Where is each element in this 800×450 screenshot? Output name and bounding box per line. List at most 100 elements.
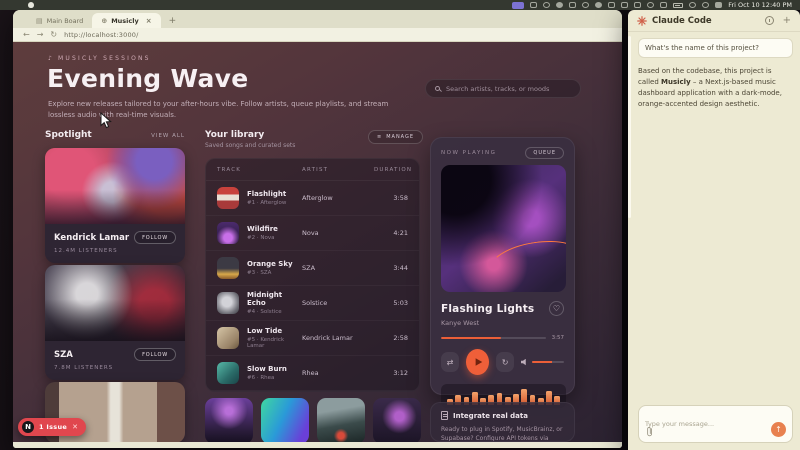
forward-icon[interactable]: → [37,31,44,39]
track-duration: 3:58 [374,194,408,202]
track-artist: Afterglow [302,194,374,202]
follow-button[interactable]: FOLLOW [134,231,176,244]
view-all-link[interactable]: VIEW ALL [151,133,185,139]
track-title: Low Tide [247,327,302,335]
table-row[interactable]: Wildfire #2 · Nova Nova 4:21 [206,216,419,251]
track-title: Wildfire [247,225,278,233]
table-row[interactable]: Slow Burn #6 · Rhea Rhea 3:12 [206,356,419,391]
table-row[interactable]: Orange Sky #3 · SZA SZA 3:44 [206,251,419,286]
color-picker-icon[interactable] [595,2,602,8]
track-duration: 5:03 [374,299,408,307]
library-heading: Your library [205,130,355,140]
artist-listeners: 12.4M LISTENERS [45,246,185,263]
track-title: Slow Burn [247,365,287,373]
heart-icon: ♡ [553,304,560,313]
tab-musicly[interactable]: ⊕ Musicly × [92,13,160,28]
track-artist: Rhea [302,369,374,377]
album-art [441,165,566,292]
menu-bar-clock[interactable]: Fri Oct 10 12:40 PM [728,1,792,9]
now-playing-artist: Kanye West [431,316,574,327]
table-row[interactable]: Low Tide #5 · Kendrick Lamar Kendrick La… [206,321,419,356]
address-bar[interactable]: http://localhost:3000/ [64,31,138,39]
like-button[interactable]: ♡ [549,301,564,316]
volume-slider[interactable] [532,361,564,363]
send-button[interactable]: ↑ [771,422,786,437]
follow-button[interactable]: FOLLOW [134,348,176,361]
page-title: Evening Wave [47,64,249,93]
artist-card-row: SZA FOLLOW [45,341,185,363]
progress-fill [441,337,501,340]
playlist-tile[interactable] [373,398,421,442]
track-duration: 3:44 [374,264,408,272]
shuffle-button[interactable]: ⇄ [441,352,459,372]
wrench-icon[interactable] [530,2,537,8]
tab-close-icon[interactable]: × [146,17,152,25]
shuffle-icon: ⇄ [447,358,454,367]
track-art [217,187,239,209]
turntable-highlight [486,235,566,291]
track-meta: #4 · Solstice [247,309,302,315]
tab-main-board[interactable]: ▤ Main Board [27,13,92,28]
track-art [217,222,239,244]
panel-edge [628,36,631,218]
spotlight-header: Spotlight VIEW ALL [45,130,185,140]
message-input-box[interactable]: ↑ [638,405,793,443]
record-icon[interactable] [543,2,550,8]
playlist-tile[interactable] [317,398,365,442]
new-tab-button[interactable]: + [169,16,177,28]
progress-bar[interactable] [441,337,546,340]
claude-logo-icon [637,16,647,26]
deploy-icon[interactable] [608,2,615,8]
battery-icon[interactable] [673,3,683,8]
display-icon[interactable] [582,2,589,8]
vpn-icon[interactable] [556,2,563,8]
document-icon: ▤ [36,17,43,25]
now-playing-header: NOW PLAYING QUEUE [431,138,574,165]
window-manager-icon[interactable] [634,2,641,8]
play-circle-icon[interactable] [647,2,654,8]
screen-share-icon[interactable] [512,2,524,9]
reload-icon[interactable]: ↻ [50,31,57,39]
track-art [217,257,239,279]
play-button[interactable] [466,349,489,375]
manage-button[interactable]: ≡ MANAGE [368,130,423,144]
repeat-button[interactable]: ↻ [496,352,514,372]
table-row[interactable]: Flashlight #1 · Afterglow Afterglow 3:58 [206,181,419,216]
queue-button[interactable]: QUEUE [525,147,564,159]
stats-icon[interactable] [569,2,576,8]
manage-label: MANAGE [386,134,414,140]
track-title: Orange Sky [247,260,293,268]
search-icon[interactable] [702,2,709,8]
track-duration: 4:21 [374,229,408,237]
attach-icon[interactable] [646,426,654,437]
close-icon[interactable]: ✕ [72,423,78,431]
repeat-icon: ↻ [502,358,509,367]
volume-icon[interactable] [621,2,628,8]
musicly-app: ♪ MUSICLY SESSIONS Evening Wave Explore … [13,42,622,442]
apple-menu-icon[interactable] [28,2,34,8]
nextjs-issue-badge[interactable]: N 1 Issue ✕ [18,418,86,436]
globe-icon: ⊕ [101,17,107,25]
nextjs-logo: N [22,421,34,433]
playlist-tile[interactable] [205,398,253,442]
mouse-cursor [100,112,112,129]
artist-card-sza[interactable]: SZA FOLLOW 7.8M LISTENERS [45,265,185,380]
tab-label: Main Board [47,17,84,25]
playlist-tile[interactable] [261,398,309,442]
passwords-icon[interactable] [715,2,722,8]
wifi-icon[interactable] [689,2,696,8]
new-chat-icon[interactable]: + [783,15,791,26]
column-track: TRACK [217,167,302,173]
history-icon[interactable] [765,16,774,25]
claude-panel-title: Claude Code [652,16,760,26]
user-message-bubble: What's the name of this project? [638,38,793,58]
artist-card-kendrick[interactable]: Kendrick Lamar FOLLOW 12.4M LISTENERS [45,148,185,263]
eyebrow-label: MUSICLY SESSIONS [58,55,151,62]
track-title-row: Flashing Lights ♡ [431,292,574,316]
message-input[interactable] [645,420,786,428]
back-icon[interactable]: ← [23,31,30,39]
table-row[interactable]: Midnight Echo #4 · Solstice Solstice 5:0… [206,286,419,321]
artist-name: Kendrick Lamar [54,233,129,243]
glasses-icon[interactable] [660,2,667,8]
search-bar[interactable]: Search artists, tracks, or moods [425,79,581,98]
